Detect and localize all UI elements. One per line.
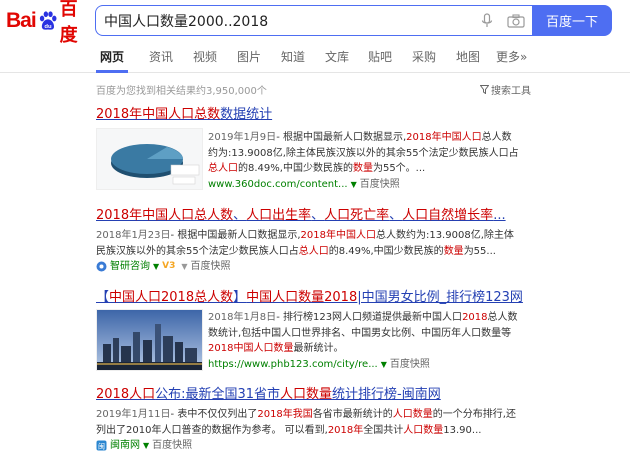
search-result: 2018年中国人口总数数据统计 [96, 106, 536, 124]
source-url[interactable]: www.360doc.com/content... [208, 177, 348, 192]
city-skyline-image [97, 310, 202, 370]
search-result: 【中国人口2018总人数】中国人口数量2018|中国男女比例_排行榜123网 [96, 289, 536, 307]
microphone-icon[interactable] [480, 13, 494, 29]
header: Bai du 百度 百度一下 [0, 0, 630, 46]
search-result: 2018人口公布:最新全国31省市人口数量统计排行榜-闽南网 2019年1月11… [96, 386, 536, 453]
tab-zhidao[interactable]: 知道 [281, 48, 305, 65]
tab-map[interactable]: 地图 [456, 48, 480, 65]
site-logo-icon [96, 261, 107, 272]
svg-text:du: du [44, 24, 52, 30]
site-logo-icon: 闽 [96, 440, 107, 451]
result-title[interactable]: 【中国人口2018总人数】中国人口数量2018|中国男女比例_排行榜123网 [96, 289, 536, 307]
tab-video[interactable]: 视频 [193, 48, 217, 65]
dropdown-icon[interactable]: ▼ [143, 438, 149, 453]
active-tab-indicator [96, 70, 128, 73]
tab-web[interactable]: 网页 [100, 48, 124, 65]
logo-text: Bai [6, 9, 37, 32]
result-thumbnail[interactable] [96, 309, 203, 371]
result-thumbnail[interactable] [96, 128, 203, 190]
search-result: 2018年中国人口总人数、人口出生率、人口死亡率、人口自然增长率... 2018… [96, 207, 536, 274]
tab-news[interactable]: 资讯 [149, 48, 173, 65]
result-abstract: 2019年1月9日- 根据中国最新人口数据显示,2018年中国人口总人数 约为:… [208, 130, 538, 192]
tab-images[interactable]: 图片 [237, 48, 261, 65]
snapshot-link[interactable]: 百度快照 [152, 438, 192, 453]
tab-more[interactable]: 更多» [496, 48, 527, 65]
source-name[interactable]: 智研咨询 [110, 259, 150, 274]
result-source: https://www.phb123.com/city/re... ▼ 百度快照 [208, 357, 538, 372]
v-badge-icon: V3 [162, 261, 176, 271]
result-title[interactable]: 2018人口公布:最新全国31省市人口数量统计排行榜-闽南网 [96, 386, 536, 404]
search-tools[interactable]: 搜索工具 [480, 82, 531, 97]
search-tabs: 网页 资讯 视频 图片 知道 文库 贴吧 采购 地图 更多» [0, 40, 630, 73]
result-count: 百度为您找到相关结果约3,950,000个 [96, 86, 267, 97]
tab-shopping[interactable]: 采购 [412, 48, 436, 65]
result-abstract: 2019年1月11日- 表中不仅仅列出了2018年我国各省市最新统计的人口数量的… [96, 409, 516, 420]
baidu-logo[interactable]: Bai du 百度 [6, 0, 90, 46]
source-url[interactable]: https://www.phb123.com/city/re... [208, 357, 378, 372]
tab-tieba[interactable]: 贴吧 [368, 48, 392, 65]
snapshot-link[interactable]: 百度快照 [360, 177, 400, 192]
pie-chart-image [97, 129, 202, 189]
svg-text:闽: 闽 [98, 443, 105, 451]
result-source: 闽 闽南网 ▼ 百度快照 [96, 438, 536, 453]
search-input[interactable] [104, 11, 464, 31]
dropdown-icon[interactable]: ▼ [153, 259, 159, 274]
dropdown-icon[interactable]: ▼ [181, 259, 187, 274]
snapshot-link[interactable]: 百度快照 [390, 357, 430, 372]
search-button[interactable]: 百度一下 [532, 5, 612, 36]
source-name[interactable]: 闽南网 [110, 438, 140, 453]
tab-wenku[interactable]: 文库 [325, 48, 349, 65]
dropdown-icon[interactable]: ▼ [351, 177, 357, 192]
result-source: www.360doc.com/content... ▼ 百度快照 [208, 177, 538, 192]
result-abstract: 2018年1月23日- 根据中国最新人口数据显示,2018年中国人口总人数约为:… [96, 230, 514, 241]
result-title[interactable]: 2018年中国人口总数数据统计 [96, 106, 536, 124]
paw-icon: du [39, 11, 57, 30]
search-tools-label: 搜索工具 [491, 86, 531, 97]
dropdown-icon[interactable]: ▼ [381, 357, 387, 372]
result-title[interactable]: 2018年中国人口总人数、人口出生率、人口死亡率、人口自然增长率... [96, 207, 536, 225]
result-abstract: 2018年1月8日- 排行榜123网人口频道提供最新中国人口2018总人数 数统… [208, 310, 538, 372]
result-source: 智研咨询 ▼ V3 ▼ 百度快照 [96, 259, 536, 274]
camera-icon[interactable] [507, 14, 525, 28]
filter-icon [480, 85, 489, 94]
search-box [95, 5, 532, 36]
snapshot-link[interactable]: 百度快照 [191, 259, 231, 274]
